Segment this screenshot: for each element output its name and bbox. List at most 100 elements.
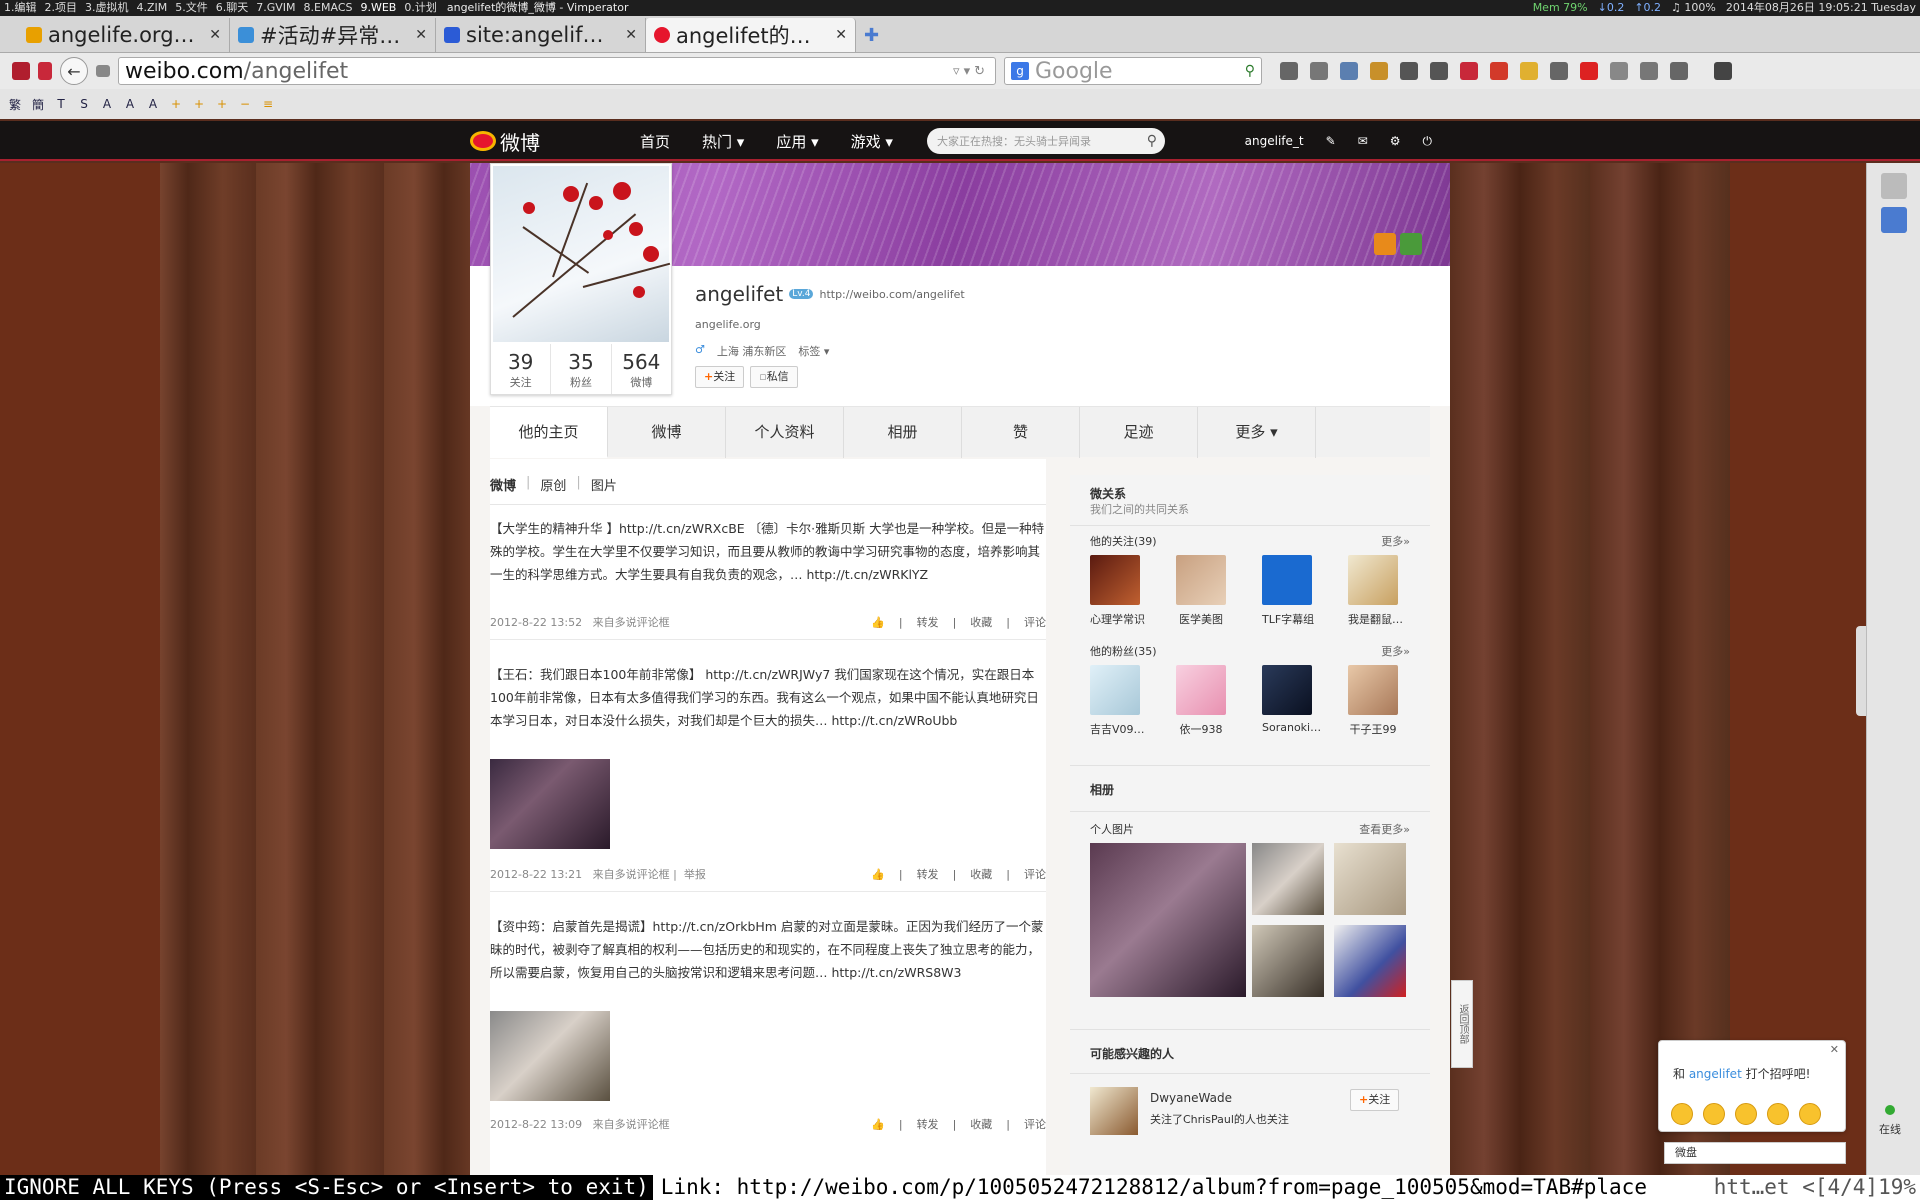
workspace-3[interactable]: 3.虚拟机 <box>81 0 133 16</box>
addon-gear-icon[interactable] <box>1610 62 1628 80</box>
report-link[interactable]: 举报 <box>684 863 706 886</box>
tab-weibo[interactable]: 微博 <box>608 407 726 458</box>
workspace-4[interactable]: 4.ZIM <box>133 0 172 16</box>
avatar[interactable]: 39 关注 35 粉丝 564 微博 <box>490 163 672 395</box>
note-icon[interactable] <box>1370 62 1388 80</box>
settings-gear-icon[interactable]: ⚙ <box>1390 134 1401 148</box>
font-a-small-icon[interactable]: A <box>123 97 137 111</box>
tab-likes[interactable]: 赞 <box>962 407 1080 458</box>
cover-template-icon[interactable] <box>1374 233 1396 255</box>
home-icon[interactable] <box>1430 62 1448 80</box>
back-button-icon[interactable]: ← <box>60 57 88 85</box>
profile-domain[interactable]: angelife.org <box>695 318 761 331</box>
weibo-search-input[interactable]: 大家正在热搜：无头骑士异闻录 ⚲ <box>926 128 1165 154</box>
bookmark-red-icon[interactable] <box>12 62 30 80</box>
page-info-icon[interactable] <box>96 65 110 77</box>
nav-home[interactable]: 首页 <box>640 131 670 152</box>
menu-icon[interactable] <box>1714 62 1732 80</box>
close-icon[interactable]: ✕ <box>1830 1043 1839 1056</box>
post-source[interactable]: 来自多说评论框 <box>593 611 670 634</box>
following-user[interactable]: 我是翻鼠… <box>1348 555 1403 627</box>
emoticon-cute-icon[interactable] <box>1735 1103 1757 1125</box>
feed-filter-all[interactable]: 微博 <box>490 475 516 504</box>
comment-button[interactable]: 评论 <box>1024 1113 1046 1136</box>
post-source[interactable]: 来自多说评论框 <box>593 1113 670 1136</box>
star-icon[interactable] <box>1280 62 1298 80</box>
close-tab-icon[interactable]: ✕ <box>415 27 427 43</box>
addon-red-icon[interactable] <box>1460 62 1478 80</box>
comment-button[interactable]: 评论 <box>1024 611 1046 634</box>
feed-filter-pictures[interactable]: 图片 <box>591 475 617 504</box>
download-icon[interactable] <box>1400 62 1418 80</box>
nav-games[interactable]: 游戏 ▾ <box>851 131 893 152</box>
workspace-1[interactable]: 1.编辑 <box>0 0 41 16</box>
comment-button[interactable]: 评论 <box>1024 863 1046 886</box>
favorite-button[interactable]: 收藏 <box>970 611 992 634</box>
font-a-icon[interactable]: A <box>100 97 114 111</box>
message-button[interactable]: ▫私信 <box>750 366 798 388</box>
like-icon[interactable]: 👍 <box>871 1113 885 1136</box>
fans-header[interactable]: 他的粉丝(35) <box>1090 643 1157 659</box>
online-status[interactable]: 在线 <box>1879 1121 1901 1137</box>
adblock-icon[interactable] <box>1580 62 1598 80</box>
google-engine-icon[interactable]: g <box>1011 62 1029 80</box>
following-header[interactable]: 他的关注(39) <box>1090 533 1157 549</box>
emoticon-sun-icon[interactable] <box>1767 1103 1789 1125</box>
like-icon[interactable]: 👍 <box>871 863 885 886</box>
post-thumbnail-woman[interactable] <box>490 1011 610 1101</box>
greet-name[interactable]: angelifet <box>1689 1067 1742 1081</box>
stat-following[interactable]: 39 关注 <box>491 344 552 394</box>
addon-pdf-icon[interactable] <box>1490 62 1508 80</box>
album-photo[interactable] <box>1252 925 1324 997</box>
zoom-plus3-icon[interactable]: + <box>215 97 229 111</box>
addon-crop-icon[interactable] <box>1550 62 1568 80</box>
workspace-5[interactable]: 5.文件 <box>171 0 212 16</box>
suggest-avatar[interactable] <box>1090 1087 1138 1135</box>
repost-button[interactable]: 转发 <box>917 863 939 886</box>
post-time[interactable]: 2012-8-22 13:21 <box>490 863 582 886</box>
workspace-7[interactable]: 7.GVIM <box>252 0 299 16</box>
post-time[interactable]: 2012-8-22 13:52 <box>490 611 582 634</box>
zoom-plus2-icon[interactable]: + <box>192 97 206 111</box>
follow-button[interactable]: +关注 <box>695 366 745 388</box>
addon-bug-icon[interactable] <box>1640 62 1658 80</box>
logout-icon[interactable]: ⏻ <box>1423 134 1433 149</box>
search-icon[interactable] <box>1881 173 1907 199</box>
album-photo-large[interactable] <box>1090 843 1246 997</box>
search-go-icon[interactable]: ⚲ <box>1245 63 1255 79</box>
simp-chinese-icon[interactable]: 簡 <box>31 96 45 113</box>
album-photo[interactable] <box>1252 843 1324 915</box>
mail-icon[interactable]: ✉ <box>1358 134 1368 148</box>
post-time[interactable]: 2012-8-22 13:09 <box>490 1113 582 1136</box>
clipboard-icon[interactable] <box>1310 62 1328 80</box>
album-photo[interactable] <box>1334 925 1406 997</box>
workspace-9[interactable]: 9.WEB <box>356 0 400 16</box>
level-badge[interactable]: Lv.4 <box>789 289 814 299</box>
tab-footprints[interactable]: 足迹 <box>1080 407 1198 458</box>
bookmark-book-icon[interactable] <box>38 62 52 80</box>
bookmark-v-icon[interactable] <box>1881 207 1907 233</box>
text-s-icon[interactable]: S <box>77 97 91 111</box>
weibo-logo[interactable]: 微博 <box>470 127 640 156</box>
trad-chinese-icon[interactable]: 繁 <box>8 96 22 113</box>
post-thumbnail-man[interactable] <box>490 759 610 849</box>
tab-home[interactable]: 他的主页 <box>490 407 608 458</box>
post-source[interactable]: 来自多说评论框 <box>593 863 670 886</box>
url-bar[interactable]: weibo.com/angelifet ▿▾↻ <box>118 57 996 85</box>
fan-user[interactable]: 吉吉V09… <box>1090 665 1145 737</box>
network-icon[interactable] <box>1340 62 1358 80</box>
stat-fans[interactable]: 35 粉丝 <box>551 344 612 394</box>
zoom-reset-icon[interactable]: ≡ <box>261 97 275 111</box>
fan-user[interactable]: 依一938 <box>1176 665 1226 737</box>
workspace-2[interactable]: 2.项目 <box>41 0 82 16</box>
compose-icon[interactable]: ✎ <box>1326 134 1336 148</box>
workspace-8[interactable]: 8.EMACS <box>300 0 357 16</box>
nav-hot[interactable]: 热门 ▾ <box>702 131 744 152</box>
font-a-plain-icon[interactable]: A <box>146 97 160 111</box>
zoom-minus-icon[interactable]: − <box>238 97 252 111</box>
favorite-button[interactable]: 收藏 <box>970 1113 992 1136</box>
url-bar-actions-icon[interactable]: ▿▾↻ <box>953 64 995 79</box>
weipan-bar[interactable]: 微盘 <box>1664 1142 1846 1164</box>
browser-tab-2[interactable]: #活动#异常… ✕ <box>230 18 436 52</box>
google-search-field[interactable]: g Google ⚲ <box>1004 57 1262 85</box>
